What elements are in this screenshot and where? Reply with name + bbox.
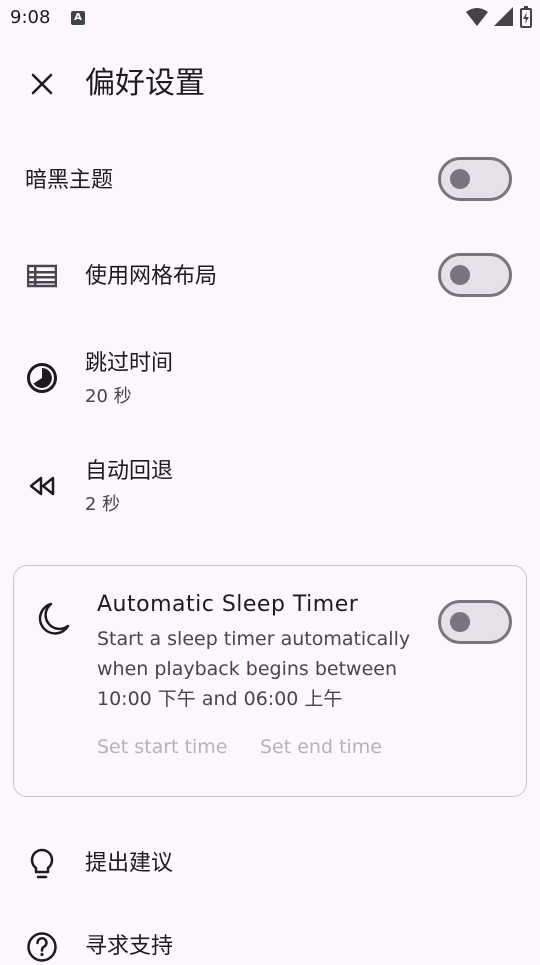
- notification-badge-icon: A: [71, 11, 85, 25]
- set-end-time-button[interactable]: Set end time: [260, 736, 382, 758]
- skip-time-row[interactable]: 跳过时间 20 秒: [0, 340, 540, 430]
- grid-layout-label: 使用网格布局: [85, 264, 218, 289]
- suggest-row[interactable]: 提出建议: [0, 830, 540, 900]
- auto-rewind-value: 2 秒: [85, 494, 121, 515]
- page-title: 偏好设置: [85, 66, 205, 101]
- grid-layout-row[interactable]: 使用网格布局: [0, 236, 540, 316]
- set-start-time-button[interactable]: Set start time: [97, 736, 227, 758]
- support-label: 寻求支持: [85, 934, 174, 959]
- moon-icon: [38, 602, 70, 640]
- auto-rewind-row[interactable]: 自动回退 2 秒: [0, 448, 540, 538]
- sleep-timer-switch[interactable]: [438, 600, 512, 644]
- auto-rewind-label: 自动回退: [85, 459, 174, 484]
- rewind-icon: [24, 468, 60, 504]
- lightbulb-icon: [24, 846, 60, 882]
- timer-icon: [24, 360, 60, 396]
- status-time: 9:08: [10, 7, 51, 28]
- sleep-timer-description: Start a sleep timer automatically when p…: [97, 628, 411, 710]
- wifi-icon: [466, 8, 488, 26]
- dark-theme-label: 暗黑主题: [25, 168, 114, 193]
- skip-time-label: 跳过时间: [85, 351, 174, 376]
- close-icon: [31, 73, 53, 95]
- suggest-label: 提出建议: [85, 851, 174, 876]
- support-row[interactable]: 寻求支持: [0, 915, 540, 962]
- status-icons: [466, 6, 532, 28]
- dark-theme-row[interactable]: 暗黑主题: [0, 140, 540, 220]
- signal-icon: [494, 7, 513, 26]
- skip-time-value: 20 秒: [85, 386, 132, 407]
- list-icon: [24, 258, 60, 294]
- sleep-timer-title: Automatic Sleep Timer: [97, 592, 359, 617]
- sleep-timer-card: Automatic Sleep Timer Start a sleep time…: [13, 565, 527, 797]
- dark-theme-switch[interactable]: [438, 157, 512, 201]
- status-bar: 9:08 A: [0, 0, 540, 36]
- top-app-bar: 偏好设置: [0, 50, 540, 120]
- switch-knob: [450, 612, 470, 632]
- switch-knob: [450, 265, 470, 285]
- close-button[interactable]: [22, 64, 62, 104]
- battery-icon: [520, 6, 532, 28]
- switch-knob: [450, 169, 470, 189]
- grid-layout-switch[interactable]: [438, 253, 512, 297]
